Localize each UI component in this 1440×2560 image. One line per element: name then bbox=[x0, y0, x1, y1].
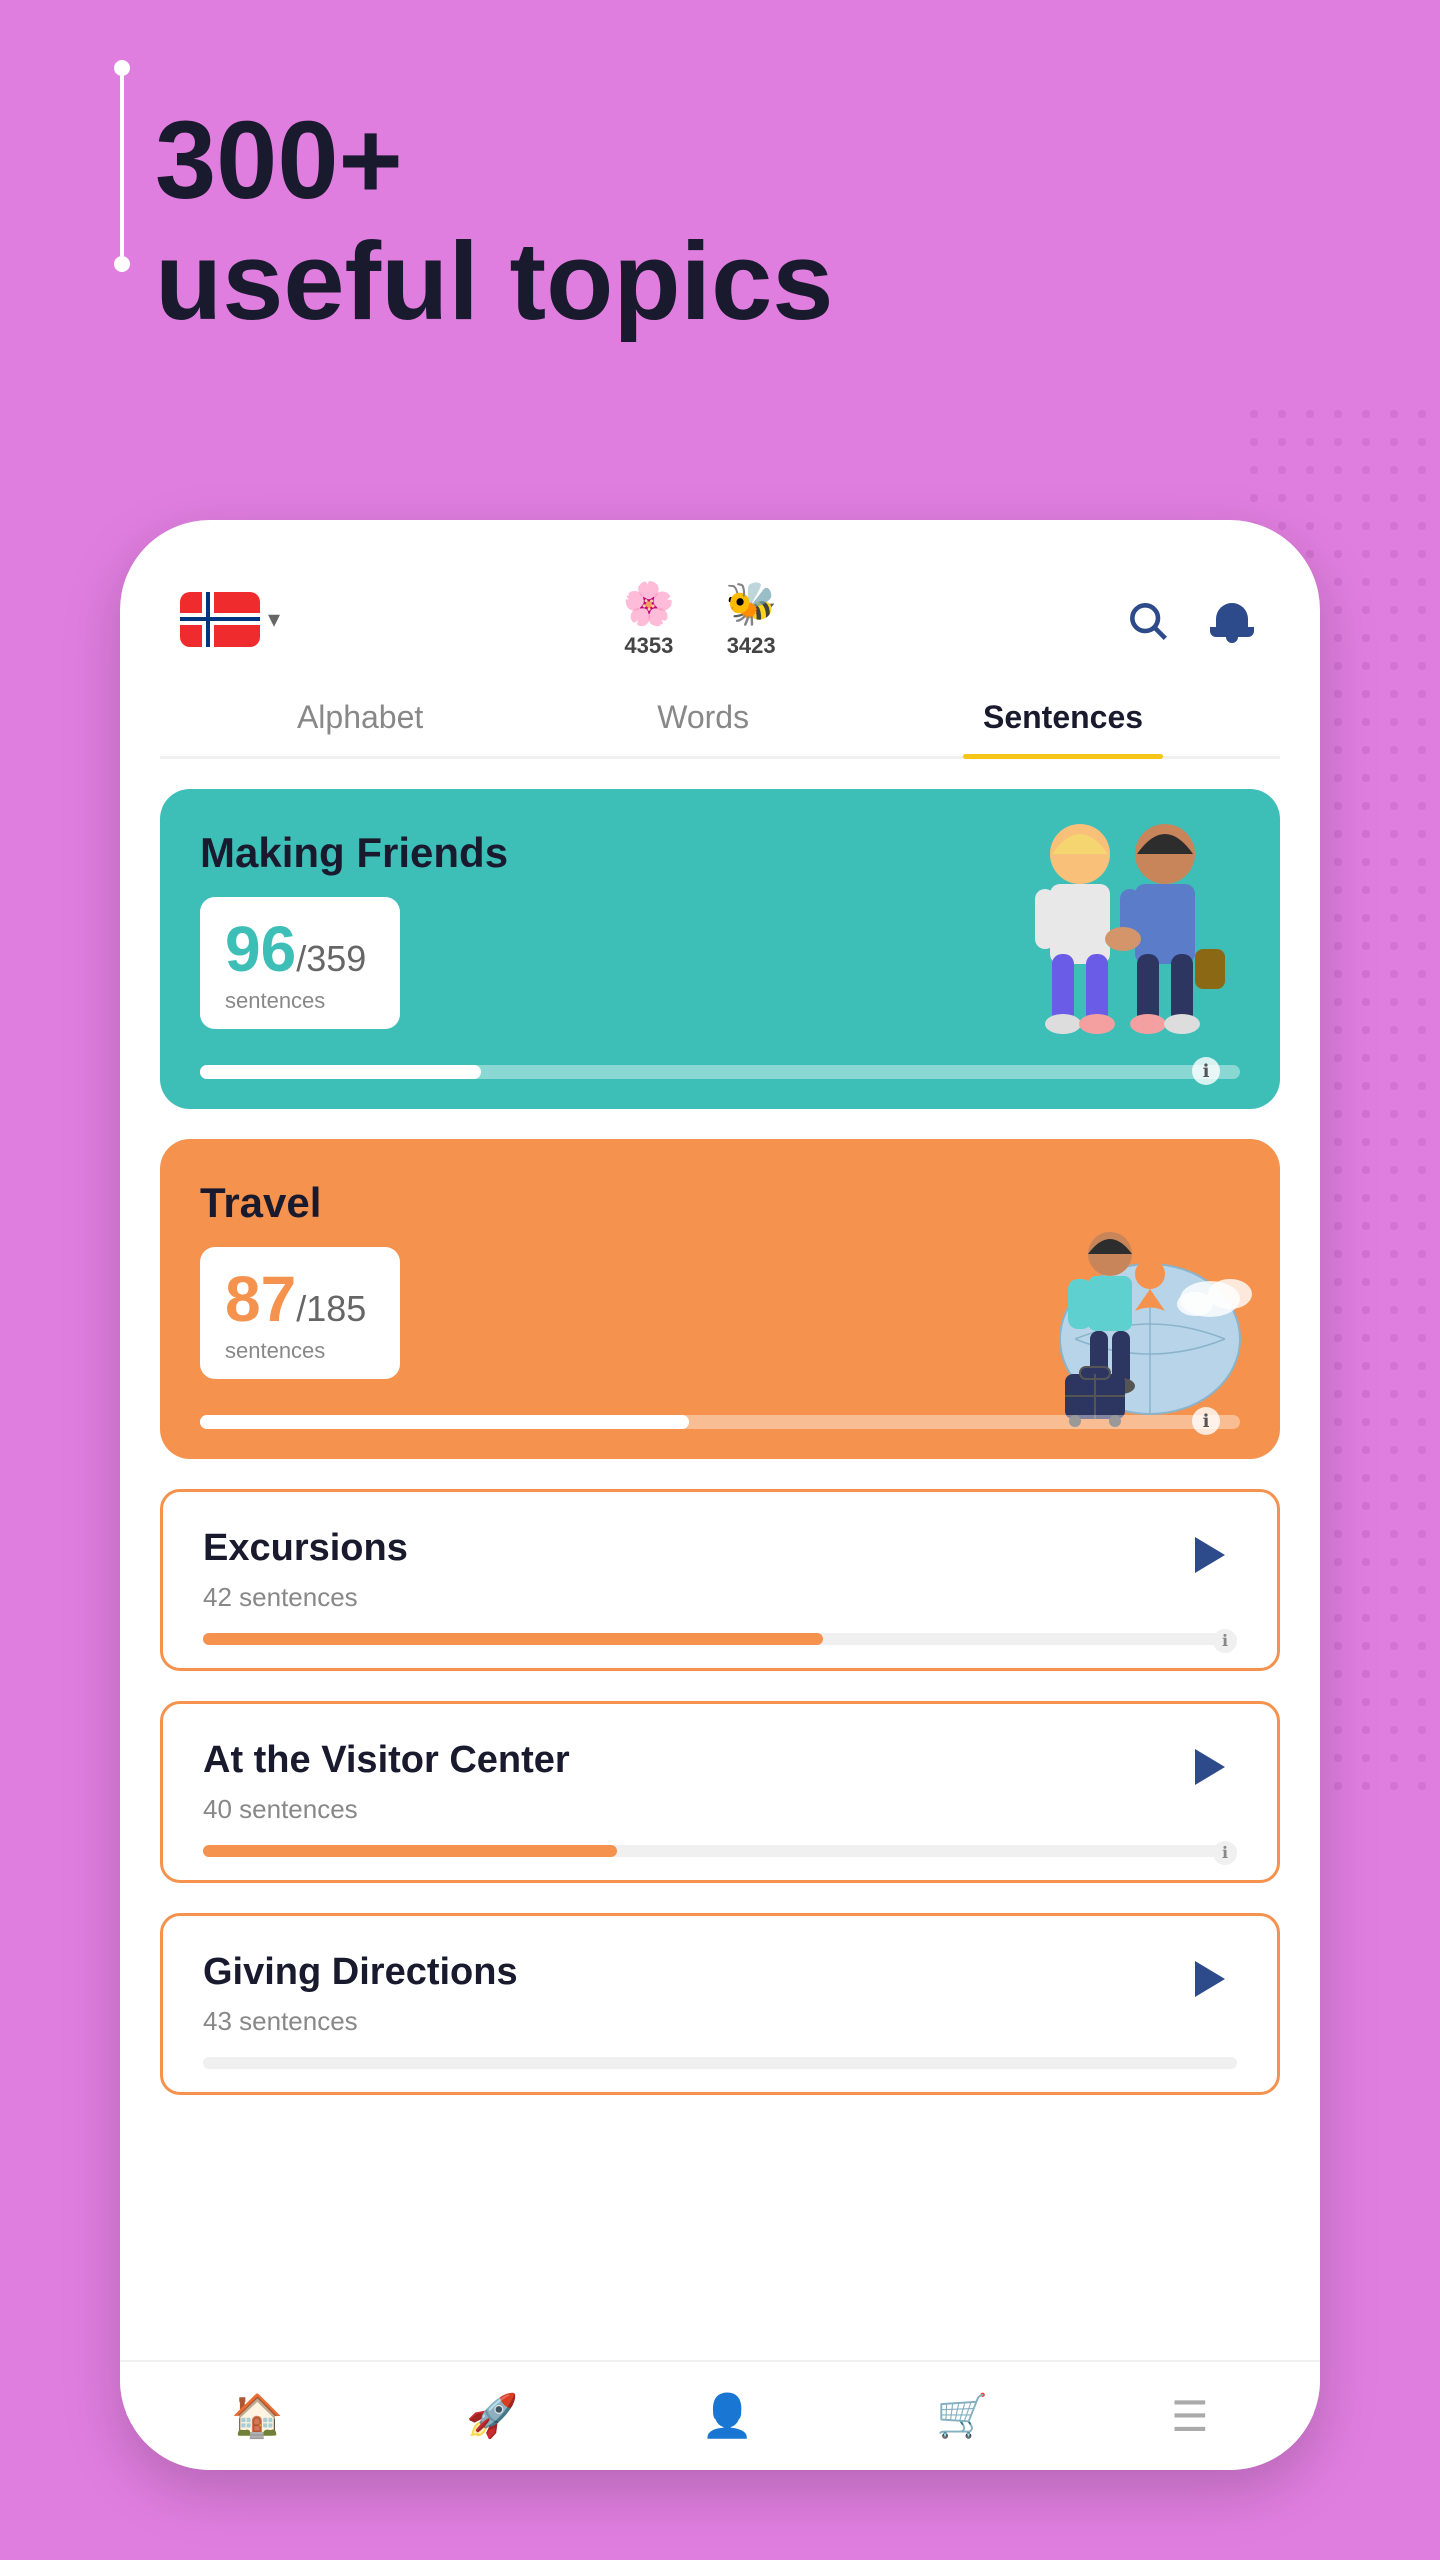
nav-stats: 🌸 4353 🐝 3423 bbox=[623, 580, 778, 659]
giving-directions-play-button[interactable] bbox=[1182, 1951, 1237, 2006]
header-section: 300+ useful topics bbox=[155, 100, 833, 342]
giving-directions-title: Giving Directions bbox=[203, 1951, 1237, 1994]
making-friends-current: 96 bbox=[225, 913, 296, 985]
travel-info-button[interactable]: ℹ bbox=[1192, 1407, 1220, 1435]
making-friends-progress-fill bbox=[200, 1065, 481, 1079]
bottom-navigation: 🏠 🚀 👤 🛒 ☰ bbox=[120, 2360, 1320, 2470]
bottom-nav-shop[interactable]: 🛒 bbox=[916, 2382, 1008, 2451]
shop-icon: 🛒 bbox=[936, 2392, 988, 2441]
giving-directions-count: 43 sentences bbox=[203, 2006, 1237, 2037]
content-tabs: Alphabet Words Sentences bbox=[160, 679, 1280, 759]
search-button[interactable] bbox=[1120, 592, 1175, 647]
travel-illustration bbox=[1010, 1199, 1270, 1439]
bottom-nav-menu[interactable]: ☰ bbox=[1151, 2382, 1229, 2451]
visitor-center-play-button[interactable] bbox=[1182, 1739, 1237, 1794]
visitor-center-title: At the Visitor Center bbox=[203, 1739, 1237, 1782]
making-friends-info-button[interactable]: ℹ bbox=[1192, 1057, 1220, 1085]
excursions-count: 42 sentences bbox=[203, 1582, 1237, 1613]
profile-icon: 👤 bbox=[701, 2392, 753, 2441]
excursions-progress-fill bbox=[203, 1633, 823, 1645]
tab-words[interactable]: Words bbox=[637, 689, 769, 756]
excursions-progress-bar bbox=[203, 1633, 1237, 1645]
travel-progress-fill bbox=[200, 1415, 689, 1429]
notification-button[interactable] bbox=[1205, 592, 1260, 647]
making-friends-stat-box: 96/359 sentences bbox=[200, 897, 400, 1029]
travel-card[interactable]: Travel 87/185 sentences bbox=[160, 1139, 1280, 1459]
nav-action-icons bbox=[1120, 592, 1260, 647]
flower-count: 4353 bbox=[624, 633, 673, 659]
bottom-nav-home[interactable]: 🏠 bbox=[211, 2382, 303, 2451]
making-friends-illustration bbox=[980, 799, 1260, 1069]
giving-directions-card[interactable]: Giving Directions 43 sentences bbox=[160, 1913, 1280, 2095]
headline-line1: 300+ bbox=[155, 100, 833, 221]
visitor-center-progress-fill bbox=[203, 1845, 617, 1857]
language-dropdown-arrow: ▾ bbox=[268, 605, 280, 634]
bee-count: 3423 bbox=[727, 633, 776, 659]
topic-cards: Making Friends 96/359 sentences bbox=[160, 789, 1280, 2095]
bottom-nav-profile[interactable]: 👤 bbox=[681, 2382, 773, 2451]
travel-progress-bar bbox=[200, 1415, 1240, 1429]
home-icon: 🏠 bbox=[231, 2392, 283, 2441]
giving-directions-progress-bar bbox=[203, 2057, 1237, 2069]
excursions-card[interactable]: Excursions 42 sentences ℹ bbox=[160, 1489, 1280, 1671]
flower-icon: 🌸 bbox=[623, 580, 675, 629]
play-triangle-icon bbox=[1195, 1749, 1225, 1785]
making-friends-progress-bar bbox=[200, 1065, 1240, 1079]
flower-stat: 🌸 4353 bbox=[623, 580, 675, 659]
excursions-info-button[interactable]: ℹ bbox=[1213, 1629, 1237, 1653]
visitor-center-count: 40 sentences bbox=[203, 1794, 1237, 1825]
tab-alphabet[interactable]: Alphabet bbox=[277, 689, 443, 756]
norway-flag bbox=[180, 592, 260, 647]
top-nav: ▾ 🌸 4353 🐝 3423 bbox=[160, 570, 1280, 679]
play-triangle-icon bbox=[1195, 1537, 1225, 1573]
making-friends-total: 359 bbox=[306, 938, 366, 979]
travel-unit: sentences bbox=[225, 1338, 375, 1364]
bottom-nav-explore[interactable]: 🚀 bbox=[446, 2382, 538, 2451]
headline-line2: useful topics bbox=[155, 221, 833, 342]
travel-current: 87 bbox=[225, 1263, 296, 1335]
visitor-center-progress-bar bbox=[203, 1845, 1237, 1857]
language-selector[interactable]: ▾ bbox=[180, 592, 280, 647]
making-friends-card[interactable]: Making Friends 96/359 sentences bbox=[160, 789, 1280, 1109]
line-decoration bbox=[120, 60, 124, 320]
bee-stat: 🐝 3423 bbox=[725, 580, 777, 659]
excursions-play-button[interactable] bbox=[1182, 1527, 1237, 1582]
visitor-center-info-button[interactable]: ℹ bbox=[1213, 1841, 1237, 1865]
play-triangle-icon bbox=[1195, 1961, 1225, 1997]
excursions-title: Excursions bbox=[203, 1527, 1237, 1570]
visitor-center-card[interactable]: At the Visitor Center 40 sentences ℹ bbox=[160, 1701, 1280, 1883]
making-friends-unit: sentences bbox=[225, 988, 375, 1014]
travel-total: 185 bbox=[306, 1288, 366, 1329]
phone-mockup: ▾ 🌸 4353 🐝 3423 bbox=[120, 520, 1320, 2470]
tab-sentences[interactable]: Sentences bbox=[963, 689, 1163, 756]
travel-stat-box: 87/185 sentences bbox=[200, 1247, 400, 1379]
menu-icon: ☰ bbox=[1171, 2392, 1209, 2441]
bee-icon: 🐝 bbox=[725, 580, 777, 629]
explore-icon: 🚀 bbox=[466, 2392, 518, 2441]
